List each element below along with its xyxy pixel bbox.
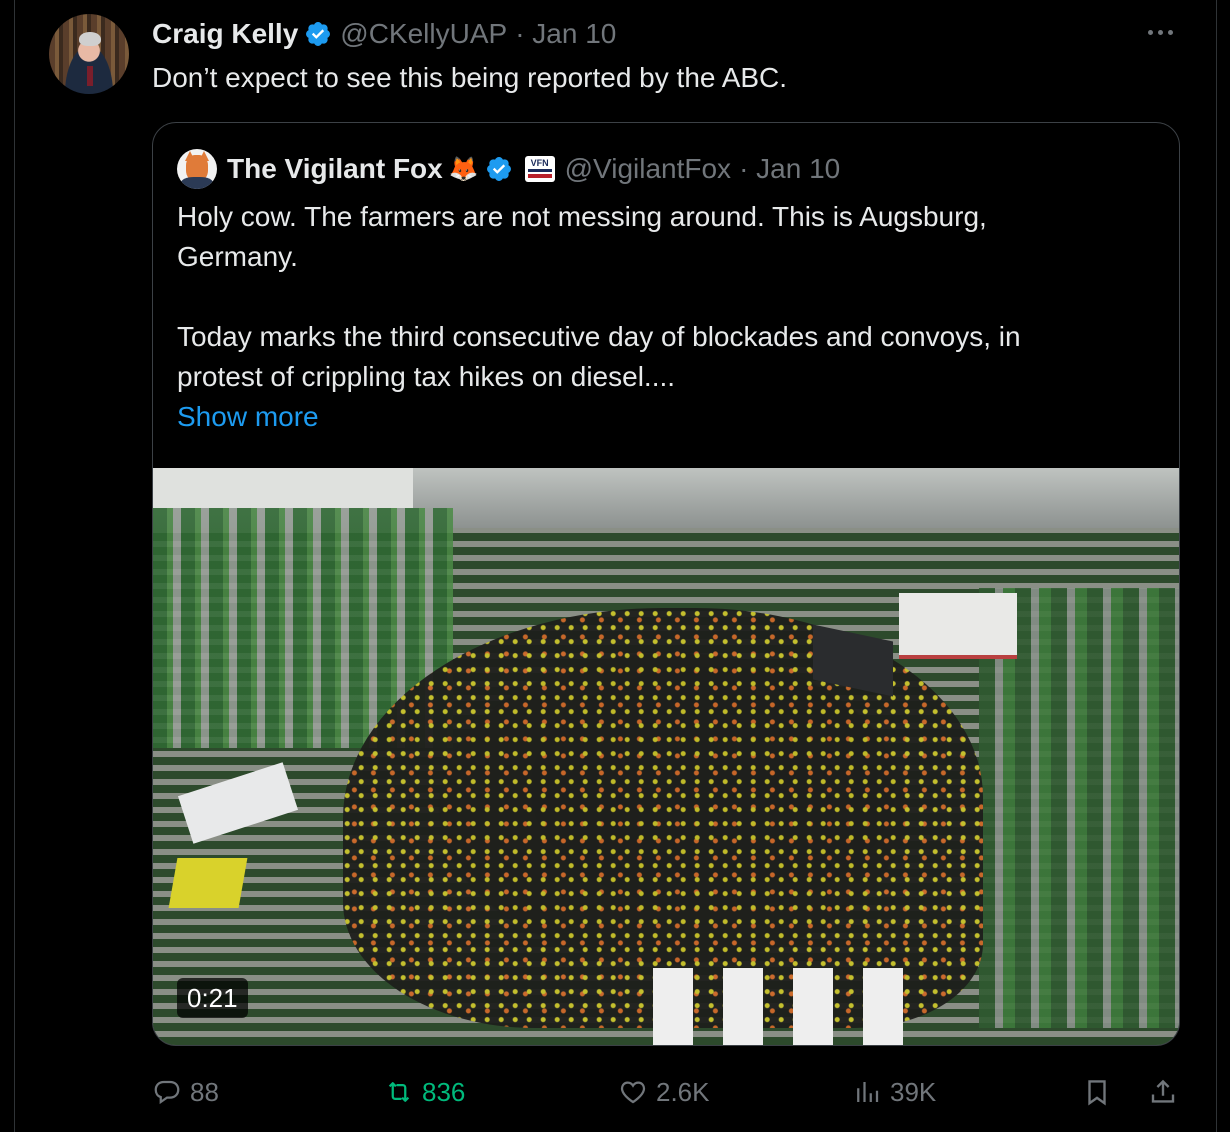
- tweet-header: Craig Kelly @CKellyUAP · Jan 10: [152, 14, 616, 54]
- timeline-left-border: [14, 0, 15, 1132]
- quoted-avatar[interactable]: [177, 149, 217, 189]
- tweet-text: Don’t expect to see this being reported …: [152, 62, 788, 93]
- share-button[interactable]: [1148, 1066, 1178, 1118]
- repost-count: 836: [422, 1076, 466, 1107]
- timeline-right-border: [1216, 0, 1217, 1132]
- author-avatar[interactable]: [49, 14, 129, 94]
- reply-button[interactable]: 88: [152, 1066, 219, 1118]
- action-bar: 88 836 2.6K 39K: [152, 1066, 1182, 1118]
- share-icon: [1151, 1079, 1175, 1103]
- like-count: 2.6K: [656, 1076, 710, 1107]
- quoted-date[interactable]: · Jan 10: [739, 153, 840, 185]
- quoted-line: Today marks the third consecutive day of…: [177, 321, 1021, 352]
- quoted-text: Holy cow. The farmers are not messing ar…: [177, 197, 1147, 437]
- views-button[interactable]: 39K: [852, 1066, 936, 1118]
- views-icon: [857, 1082, 879, 1102]
- like-icon: [620, 1081, 646, 1104]
- quoted-header: The Vigilant Fox 🦊 VFN @VigilantFox · Ja…: [177, 149, 840, 189]
- views-count: 39K: [890, 1076, 937, 1107]
- bookmark-button[interactable]: [1082, 1066, 1112, 1118]
- quoted-tweet-card[interactable]: The Vigilant Fox 🦊 VFN @VigilantFox · Ja…: [152, 122, 1180, 1046]
- quoted-line: Holy cow. The farmers are not messing ar…: [177, 201, 987, 232]
- quoted-line: protest of crippling tax hikes on diesel…: [177, 361, 676, 392]
- affiliate-badge-icon[interactable]: VFN: [524, 156, 555, 182]
- video-player[interactable]: 0:21: [153, 468, 1179, 1045]
- fox-emoji-icon: 🦊: [448, 155, 479, 183]
- repost-button[interactable]: 836: [384, 1066, 465, 1118]
- verified-badge-icon[interactable]: [485, 155, 513, 183]
- video-duration: 0:21: [177, 978, 248, 1018]
- show-more-link[interactable]: Show more: [177, 401, 319, 432]
- reply-icon: [154, 1080, 180, 1105]
- more-options-icon[interactable]: [1142, 20, 1178, 44]
- like-button[interactable]: 2.6K: [618, 1066, 710, 1118]
- verified-badge-icon[interactable]: [304, 20, 332, 48]
- author-handle[interactable]: @CKellyUAP: [340, 18, 507, 50]
- reply-count: 88: [190, 1076, 219, 1107]
- bookmark-icon: [1088, 1080, 1106, 1106]
- tweet-date[interactable]: · Jan 10: [515, 18, 616, 50]
- repost-icon: [388, 1082, 410, 1102]
- quoted-line: Germany.: [177, 241, 298, 272]
- author-name[interactable]: Craig Kelly: [152, 18, 298, 50]
- quoted-author-name[interactable]: The Vigilant Fox: [227, 153, 443, 185]
- quoted-handle[interactable]: @VigilantFox: [565, 153, 731, 185]
